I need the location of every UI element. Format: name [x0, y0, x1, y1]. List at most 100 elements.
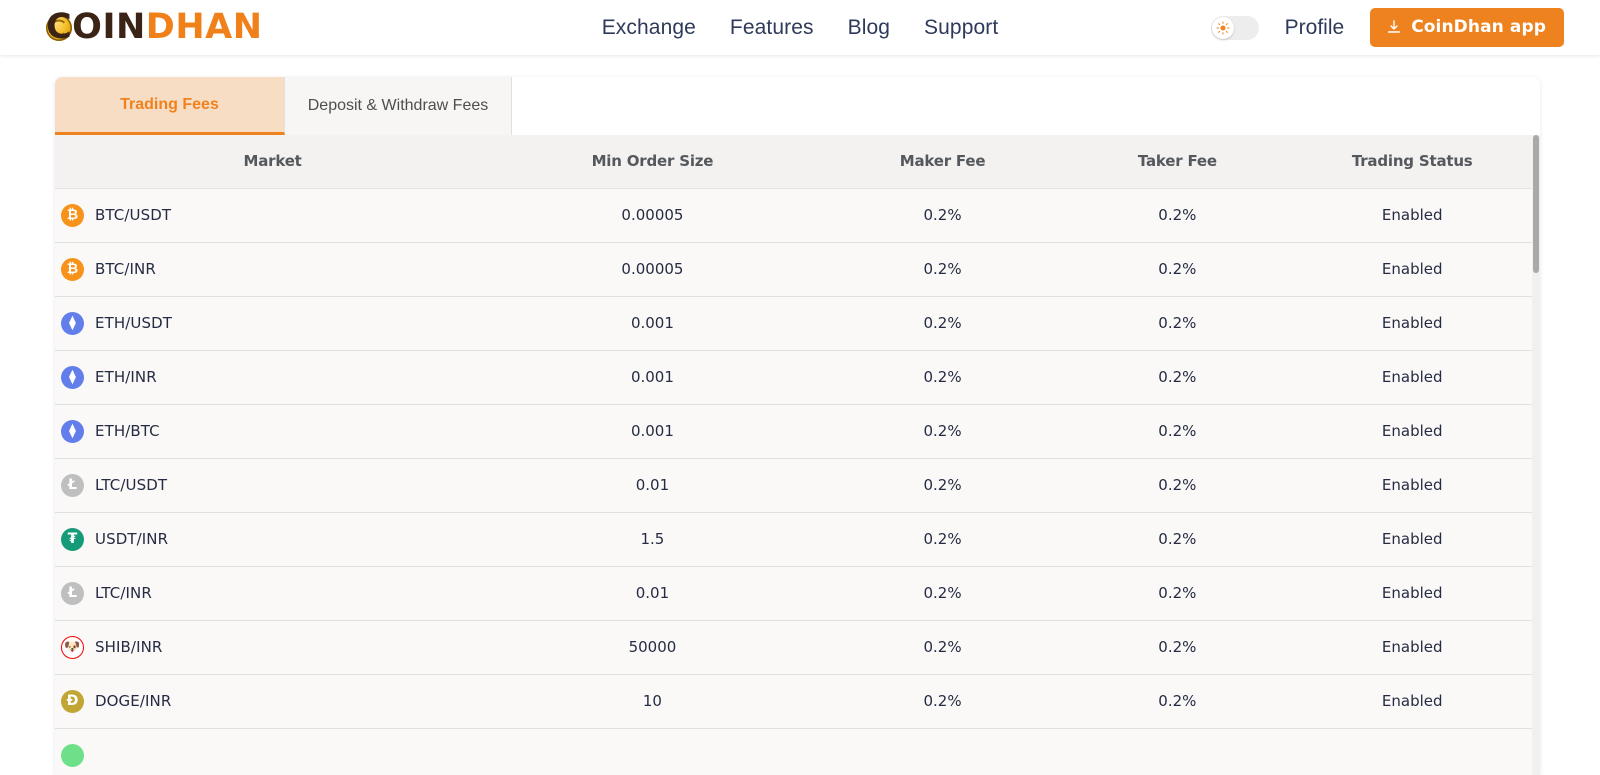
usdt-icon: ₮: [61, 527, 84, 551]
cell-maker-fee: [815, 728, 1071, 775]
cell-trading-status: Enabled: [1381, 530, 1443, 548]
market-cell-inner: ⧫ ETH/INR: [61, 365, 490, 389]
cell-taker-fee: 0.2%: [1158, 584, 1197, 602]
coindhan-app-button-label: CoinDhan app: [1411, 17, 1546, 37]
ltc-icon: Ł: [61, 581, 84, 605]
table-row[interactable]: Ð DOGE/INR 10 0.2% 0.2% Enabled: [55, 674, 1540, 728]
coin-icon: [61, 743, 84, 767]
cell-taker-fee: 0.2%: [1158, 692, 1197, 710]
column-header-market: Market: [55, 135, 491, 189]
cell-maker-fee: 0.2%: [923, 584, 962, 602]
market-name: BTC/USDT: [95, 206, 172, 224]
market-cell-inner: 🐶 SHIB/INR: [61, 635, 490, 659]
market-cell-inner: ₿ BTC/INR: [61, 257, 490, 281]
table-row[interactable]: ₮ USDT/INR 1.5 0.2% 0.2% Enabled: [55, 512, 1540, 566]
cell-maker-fee: 0.2%: [923, 368, 962, 386]
table-row[interactable]: ₿ BTC/USDT 0.00005 0.2% 0.2% Enabled: [55, 188, 1540, 242]
cell-min-order-size: 0.001: [630, 368, 674, 386]
cell-market: ⧫ ETH/USDT: [55, 296, 490, 350]
header-right-controls: Profile CoinDhan app: [1080, 8, 1600, 47]
tabstrip-filler: [512, 77, 1540, 135]
market-cell-inner: ₿ BTC/USDT: [61, 203, 490, 227]
cell-market: ⧫ ETH/INR: [55, 350, 490, 404]
cell-market: [55, 728, 490, 775]
table-row[interactable]: ⧫ ETH/BTC 0.001 0.2% 0.2% Enabled: [55, 404, 1540, 458]
btc-icon: ₿: [61, 257, 84, 281]
coindhan-app-button[interactable]: CoinDhan app: [1370, 8, 1564, 47]
nav-item-support[interactable]: Support: [924, 16, 998, 40]
market-name: SHIB/INR: [95, 638, 163, 656]
trading-fees-table: Market Min Order Size Maker Fee Taker Fe…: [55, 135, 1540, 775]
cell-trading-status: Enabled: [1381, 476, 1443, 494]
market-name: BTC/INR: [95, 260, 156, 278]
cell-trading-status: Enabled: [1381, 206, 1443, 224]
nav-item-exchange[interactable]: Exchange: [602, 16, 696, 40]
column-header-min-order-size: Min Order Size: [490, 135, 815, 189]
shib-icon: 🐶: [61, 635, 84, 659]
table-row[interactable]: ⧫ ETH/USDT 0.001 0.2% 0.2% Enabled: [55, 296, 1540, 350]
cell-maker-fee: 0.2%: [923, 476, 962, 494]
logo-text-orange: DHAN: [145, 7, 263, 47]
cell-market: ₮ USDT/INR: [55, 512, 490, 566]
btc-icon: ₿: [61, 203, 84, 227]
cell-maker-fee: 0.2%: [923, 638, 962, 656]
eth-icon: ⧫: [61, 365, 84, 389]
table-row[interactable]: Ł LTC/USDT 0.01 0.2% 0.2% Enabled: [55, 458, 1540, 512]
column-header-trading-status: Trading Status: [1284, 135, 1540, 189]
table-row[interactable]: [55, 728, 1540, 775]
cell-min-order-size: 1.5: [640, 530, 665, 548]
doge-icon: Ð: [61, 689, 84, 713]
market-cell-inner: Ł LTC/USDT: [61, 473, 490, 497]
nav-item-features[interactable]: Features: [730, 16, 814, 40]
cell-market: Ł LTC/USDT: [55, 458, 490, 512]
column-header-maker-fee: Maker Fee: [814, 135, 1071, 189]
cell-min-order-size: 10: [642, 692, 662, 710]
cell-market: 🐶 SHIB/INR: [55, 620, 490, 674]
cell-min-order-size: [490, 728, 815, 775]
cell-trading-status: Enabled: [1381, 314, 1443, 332]
cell-taker-fee: 0.2%: [1158, 206, 1197, 224]
market-name: ETH/BTC: [95, 422, 160, 440]
cell-market: ⧫ ETH/BTC: [55, 404, 490, 458]
tab-trading-fees[interactable]: Trading Fees: [55, 77, 285, 135]
fees-table-head: Market Min Order Size Maker Fee Taker Fe…: [55, 135, 1540, 189]
cell-maker-fee: 0.2%: [923, 314, 962, 332]
logo-zone: COINDHAN: [0, 8, 520, 48]
cell-market: Ł LTC/INR: [55, 566, 490, 620]
site-logo[interactable]: COINDHAN: [46, 8, 263, 48]
cell-maker-fee: 0.2%: [923, 206, 962, 224]
table-row[interactable]: ⧫ ETH/INR 0.001 0.2% 0.2% Enabled: [55, 350, 1540, 404]
market-cell-inner: ₮ USDT/INR: [61, 527, 490, 551]
cell-maker-fee: 0.2%: [923, 692, 962, 710]
table-row[interactable]: 🐶 SHIB/INR 50000 0.2% 0.2% Enabled: [55, 620, 1540, 674]
logo-text: COINDHAN: [46, 10, 263, 45]
download-icon: [1388, 20, 1401, 33]
cell-market: ₿ BTC/INR: [55, 242, 490, 296]
main-navigation: Exchange Features Blog Support: [520, 16, 1080, 40]
nav-item-blog[interactable]: Blog: [848, 16, 890, 40]
column-header-taker-fee: Taker Fee: [1070, 135, 1285, 189]
table-scrollbar-thumb[interactable]: [1533, 135, 1539, 273]
cell-trading-status: Enabled: [1381, 584, 1443, 602]
table-scrollbar-track[interactable]: [1532, 135, 1540, 775]
cell-taker-fee: 0.2%: [1158, 638, 1197, 656]
fees-tabstrip: Trading Fees Deposit & Withdraw Fees: [55, 77, 1540, 135]
cell-maker-fee: 0.2%: [923, 422, 962, 440]
site-header: COINDHAN Exchange Features Blog Support: [0, 0, 1600, 55]
table-row[interactable]: Ł LTC/INR 0.01 0.2% 0.2% Enabled: [55, 566, 1540, 620]
fees-table-body: ₿ BTC/USDT 0.00005 0.2% 0.2% Enabled ₿ BTC/INR 0…: [55, 188, 1540, 775]
table-row[interactable]: ₿ BTC/INR 0.00005 0.2% 0.2% Enabled: [55, 242, 1540, 296]
theme-mode-toggle[interactable]: [1210, 15, 1259, 40]
cell-taker-fee: 0.2%: [1158, 422, 1197, 440]
cell-taker-fee: [1070, 728, 1284, 775]
cell-min-order-size: 0.001: [630, 422, 674, 440]
market-name: DOGE/INR: [95, 692, 172, 710]
cell-taker-fee: 0.2%: [1158, 368, 1197, 386]
market-cell-inner: [61, 743, 490, 767]
tab-trading-fees-label: Trading Fees: [120, 95, 219, 113]
ltc-icon: Ł: [61, 473, 84, 497]
tab-deposit-withdraw-fees[interactable]: Deposit & Withdraw Fees: [285, 77, 512, 135]
market-name: ETH/USDT: [95, 314, 172, 332]
profile-link[interactable]: Profile: [1285, 16, 1345, 40]
cell-min-order-size: 0.00005: [621, 206, 684, 224]
